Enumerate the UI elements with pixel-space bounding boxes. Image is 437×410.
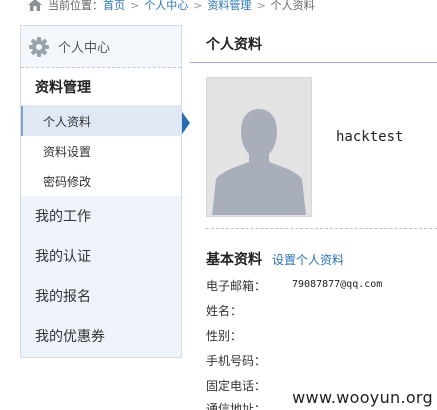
sidebar-item-my-certification[interactable]: 我的认证: [21, 236, 181, 276]
breadcrumb-profile-mgmt-link[interactable]: 资料管理: [207, 0, 251, 13]
mobile-label: 手机号码：: [206, 354, 267, 368]
breadcrumb-home-link[interactable]: 首页: [103, 0, 125, 13]
phone-label: 固定电话：: [206, 379, 267, 393]
breadcrumb-separator: >: [256, 0, 266, 12]
watermark: www.wooyun.org: [287, 385, 437, 410]
breadcrumb-separator: >: [130, 0, 140, 12]
sidebar-item-personal-profile[interactable]: 个人资料: [21, 106, 181, 136]
basic-info-title: 基本资料: [206, 252, 262, 268]
page-title: 个人资料: [190, 25, 437, 63]
name-label: 姓名：: [206, 304, 243, 318]
breadcrumb-current: 个人资料: [270, 0, 315, 12]
breadcrumb-separator: >: [193, 0, 203, 12]
sidebar-item-my-coupons[interactable]: 我的优惠券: [21, 316, 181, 356]
sidebar-item-password-change[interactable]: 密码修改: [21, 166, 181, 196]
main-panel: 个人资料 hacktest 基本资料 设置个人资料 电子邮箱： 79087877…: [190, 25, 437, 410]
edit-profile-link[interactable]: 设置个人资料: [272, 251, 344, 268]
user-silhouette-icon: [208, 79, 310, 215]
sidebar-header: 个人中心: [21, 26, 181, 68]
gear-icon: [29, 36, 49, 57]
sidebar-section-profile-mgmt[interactable]: 资料管理: [21, 68, 181, 106]
basic-info-header: 基本资料 设置个人资料: [206, 249, 344, 269]
address-label: 通信地址：: [206, 402, 267, 410]
active-item-arrow-icon: [182, 112, 190, 134]
email-value: 79087877@qq.com: [292, 279, 383, 290]
section-divider: [206, 228, 437, 229]
gender-label: 性别：: [206, 329, 243, 343]
sidebar-item-profile-settings[interactable]: 资料设置: [21, 136, 181, 166]
sidebar-header-title: 个人中心: [58, 41, 111, 56]
home-icon: [28, 0, 42, 11]
avatar: [206, 77, 312, 217]
sidebar-item-my-registration[interactable]: 我的报名: [21, 276, 181, 316]
email-label: 电子邮箱：: [206, 279, 267, 293]
sidebar: 个人中心 资料管理 个人资料 资料设置 密码修改 我的工作 我的认证 我的报名 …: [20, 25, 182, 358]
sidebar-item-my-work[interactable]: 我的工作: [21, 196, 181, 236]
breadcrumb: 当前位置： 首页 > 个人中心 > 资料管理 > 个人资料: [48, 0, 315, 13]
username: hacktest: [336, 129, 404, 145]
breadcrumb-center-link[interactable]: 个人中心: [144, 0, 188, 13]
breadcrumb-prefix: 当前位置：: [48, 0, 103, 12]
